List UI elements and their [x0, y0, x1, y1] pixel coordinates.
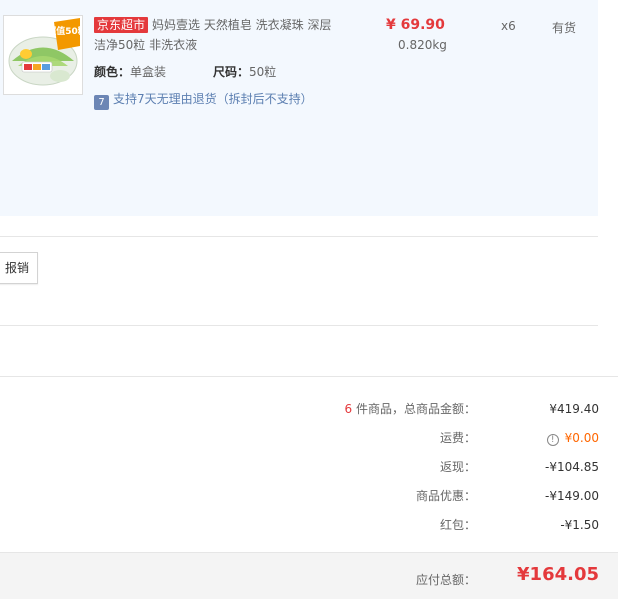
seven-day-return-icon: 7: [94, 95, 109, 110]
payable-value: ¥164.05: [517, 564, 599, 585]
redpacket-label: 红包：: [439, 518, 476, 532]
size-value: 50粒: [249, 65, 277, 79]
laundry-pods-image: 超值50粒: [4, 16, 82, 94]
goods-total-label: 6 件商品，总商品金额：: [344, 402, 476, 416]
summary-cashback-row: 返现： -¥104.85: [0, 457, 618, 477]
size-label: 尺码：: [213, 65, 250, 79]
item-quantity: x6: [501, 19, 516, 33]
redpacket-value: -¥1.50: [560, 518, 599, 532]
section-divider: [0, 325, 598, 326]
product-item-panel: 超值50粒 京东超市妈妈壹选 天然植皂 洗衣凝珠 深层洁净50粒 非洗衣液 颜色…: [0, 0, 598, 216]
info-icon[interactable]: !: [546, 434, 559, 446]
size-attribute: 尺码：50粒: [213, 63, 276, 80]
payable-label: 应付总额：: [415, 573, 476, 587]
color-value: 单盒装: [130, 65, 167, 79]
summary-discount-row: 商品优惠： -¥149.00: [0, 486, 618, 506]
unit-price: ¥ 69.90: [386, 17, 445, 33]
payable-total-bar: 应付总额： ¥164.05: [0, 552, 618, 599]
goods-total-value: ¥419.40: [549, 402, 599, 416]
discount-value: -¥149.00: [545, 489, 599, 503]
shipping-value: ¥0.00: [564, 431, 599, 445]
image-badge-text: 超值50粒: [46, 25, 82, 37]
summary-shipping-row: 运费： ! ¥0.00: [0, 428, 618, 448]
color-attribute: 颜色：单盒装: [94, 63, 166, 80]
item-weight: 0.820kg: [398, 38, 447, 52]
summary-redpacket-row: 红包： -¥1.50: [0, 515, 618, 535]
color-label: 颜色：: [94, 65, 131, 79]
shipping-value-wrap: ! ¥0.00: [546, 428, 599, 448]
summary-goods-total-row: 6 件商品，总商品金额： ¥419.40: [0, 399, 618, 419]
section-divider: [0, 376, 618, 377]
return-policy-text: 支持7天无理由退货（拆封后不支持）: [113, 92, 313, 106]
shipping-label: 运费：: [439, 431, 476, 445]
product-title-block: 京东超市 妈妈壹选 天然植皂 洗衣凝珠 深层洁净50粒 非洗衣液: [94, 15, 339, 55]
discount-label: 商品优惠：: [415, 489, 476, 503]
cashback-label: 返现：: [439, 460, 476, 474]
jd-supermarket-tag: 京东超市: [94, 17, 149, 33]
invoice-reimburse-button[interactable]: 报销: [0, 252, 38, 284]
product-thumbnail[interactable]: 超值50粒: [3, 15, 83, 95]
section-divider: [0, 236, 598, 237]
return-policy[interactable]: 7 支持7天无理由退货（拆封后不支持）: [94, 90, 313, 110]
cashback-value: -¥104.85: [545, 460, 599, 474]
stock-status: 有货: [552, 21, 577, 35]
